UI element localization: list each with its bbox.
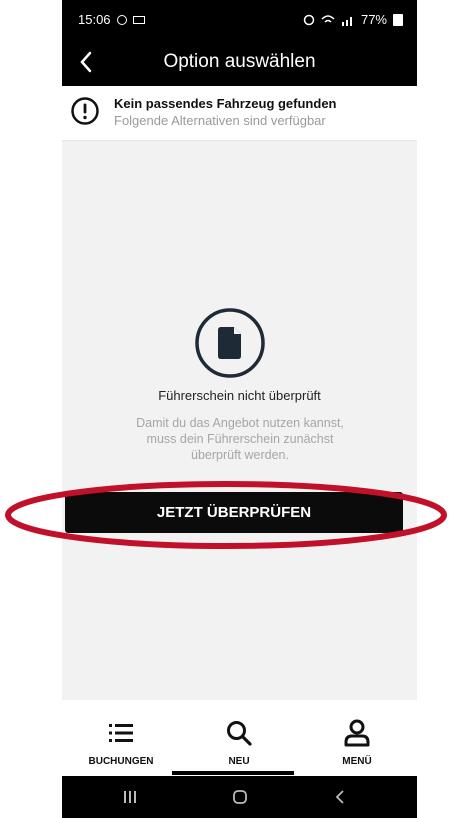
- system-navigation-bar: [62, 776, 417, 818]
- system-back-icon: [335, 790, 344, 804]
- status-bar: 15:06 77%: [62, 0, 417, 40]
- list-icon: [109, 724, 133, 742]
- recent-apps-button[interactable]: [110, 786, 150, 808]
- empty-state-heading: Führerschein nicht überprüft: [158, 388, 321, 403]
- verify-license-button[interactable]: JETZT ÜBERPRÜFEN: [65, 492, 403, 533]
- search-icon: [227, 721, 252, 746]
- nav-label-menu: MENÜ: [342, 756, 372, 767]
- recent-apps-icon: [124, 791, 136, 803]
- battery-percent: 77%: [360, 12, 387, 27]
- phone-screen: 15:06 77% Option auswählen Kein passende…: [62, 0, 417, 818]
- info-banner: Kein passendes Fahrzeug gefunden Folgend…: [62, 86, 417, 141]
- nav-active-indicator: [172, 771, 294, 775]
- battery-icon: [393, 13, 403, 26]
- empty-state: Führerschein nicht überprüft Damit du da…: [62, 140, 417, 700]
- nav-item-menu[interactable]: MENÜ: [298, 700, 416, 776]
- document-icon: [195, 308, 265, 378]
- status-time: 15:06: [78, 12, 111, 27]
- vpn-icon: [116, 14, 127, 25]
- alert-icon: [71, 97, 99, 125]
- nav-label-neu: NEU: [228, 756, 250, 767]
- bottom-navigation: BUCHUNGEN NEU MENÜ: [62, 700, 417, 776]
- home-icon: [233, 790, 247, 804]
- system-back-button[interactable]: [320, 786, 360, 808]
- banner-subtitle: Folgende Alternativen sind verfügbar: [114, 113, 326, 128]
- wifi-icon: [321, 14, 335, 23]
- nav-item-buchungen[interactable]: BUCHUNGEN: [62, 700, 180, 776]
- app-bar: Option auswählen: [62, 40, 417, 86]
- signal-icon: [341, 16, 352, 26]
- nav-item-neu[interactable]: NEU: [180, 700, 298, 776]
- nav-label-buchungen: BUCHUNGEN: [88, 756, 154, 767]
- home-button[interactable]: [220, 786, 260, 808]
- alarm-icon: [303, 14, 315, 25]
- empty-state-description: Damit du das Angebot nutzen kannst, muss…: [136, 416, 344, 462]
- banner-title: Kein passendes Fahrzeug gefunden: [114, 96, 337, 111]
- screen-icon: [132, 15, 145, 24]
- page-title: Option auswählen: [163, 51, 316, 72]
- person-icon: [344, 719, 370, 747]
